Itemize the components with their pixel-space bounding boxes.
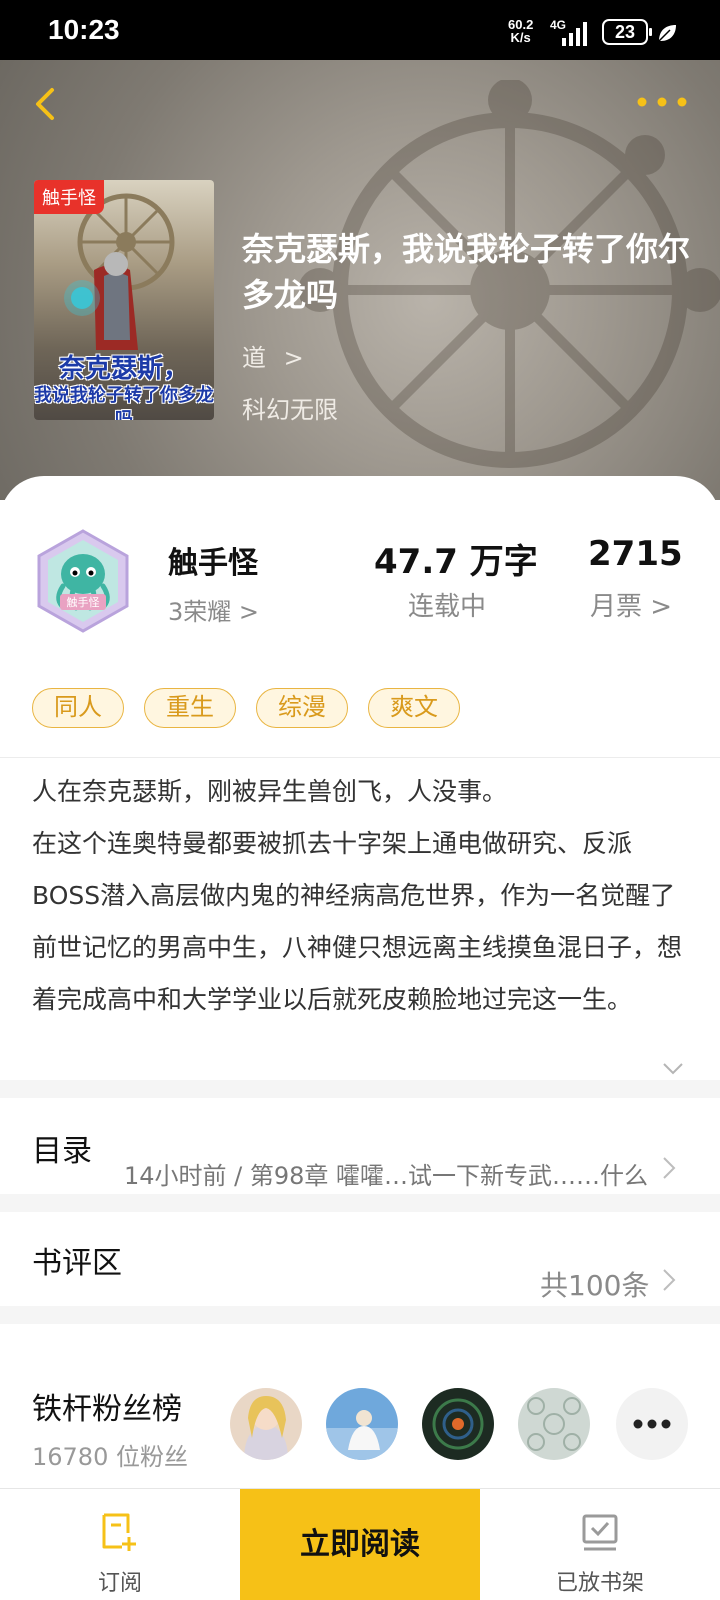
back-icon[interactable] [28, 84, 64, 124]
battery-indicator: 23 [602, 19, 652, 45]
bookshelf-label: 已放书架 [555, 1571, 644, 1596]
monthly-ticket-link[interactable]: 月票 > [590, 586, 672, 623]
read-now-button[interactable]: 立即阅读 [240, 1489, 480, 1600]
fan-avatar[interactable] [326, 1388, 398, 1460]
subscribe-icon [102, 1513, 136, 1551]
reviews-count: 共100条 [540, 1269, 650, 1302]
divider [0, 757, 720, 758]
book-header: 触手怪 奈克瑟斯， 我说我轮子转了你多龙吗 奈克瑟斯，我说我轮子转了你尔多龙吗 … [0, 60, 720, 500]
status-time: 10:23 [48, 14, 120, 45]
fans-label: 铁杆粉丝榜 [32, 1392, 182, 1427]
chevron-down-icon[interactable] [662, 1062, 684, 1076]
intro-text: 在这个连奥特曼都要被抓去十字架上通电做研究、反派BOSS潜入高层做内鬼的神经病高… [32, 829, 683, 1014]
chevron-right-icon [663, 1157, 676, 1179]
fan-avatar[interactable] [230, 1388, 302, 1460]
toc-latest-chapter: 14小时前 / 第98章 嚯嚯…试一下新专武……什么 [124, 1162, 649, 1190]
fans-count: 16780 位粉丝 [32, 1443, 188, 1471]
book-author-name: 道 [242, 344, 266, 372]
tag-item[interactable]: 重生 [144, 688, 236, 728]
fan-avatar[interactable] [518, 1388, 590, 1460]
toc-label: 目录 [32, 1134, 92, 1169]
section-gap [0, 1194, 720, 1212]
author-name[interactable]: 触手怪 [168, 538, 258, 582]
tag-item[interactable]: 爽文 [368, 688, 460, 728]
more-fans-icon[interactable] [616, 1388, 688, 1460]
cover-title: 奈克瑟斯， 我说我轮子转了你多龙吗 [34, 354, 214, 420]
cover-badge: 触手怪 [34, 180, 104, 214]
book-title: 奈克瑟斯，我说我轮子转了你尔多龙吗 [242, 230, 691, 314]
tag-list: 同人 重生 综漫 爽文 [32, 688, 480, 728]
author-avatar-text: 触手怪 [67, 595, 100, 609]
leaf-icon [658, 25, 676, 42]
chevron-right-icon [663, 1269, 676, 1291]
reviews-label: 书评区 [32, 1246, 122, 1281]
more-icon[interactable] [636, 90, 688, 114]
author-honor-link[interactable]: 3荣耀 > [168, 592, 259, 627]
monthly-ticket-count[interactable]: 2715 [588, 534, 683, 574]
network-speed-unit: K/s [510, 30, 531, 45]
serial-status: 连载中 [408, 592, 487, 622]
status-bar: 10:23 60.2 K/s 4G 23 [0, 0, 720, 60]
book-category[interactable]: 科幻无限 [242, 390, 338, 425]
subscribe-label: 订阅 [97, 1571, 142, 1596]
cover-title-line2: 我说我轮子转了你多龙吗 [34, 385, 214, 420]
fan-avatar[interactable] [422, 1388, 494, 1460]
cover-title-line1: 奈克瑟斯， [58, 354, 189, 384]
section-gap [0, 1080, 720, 1098]
book-cover[interactable]: 触手怪 奈克瑟斯， 我说我轮子转了你多龙吗 [34, 180, 214, 420]
subscribe-button[interactable]: 订阅 [0, 1489, 240, 1600]
tag-item[interactable]: 综漫 [256, 688, 348, 728]
signal-icon [562, 22, 587, 46]
tag-item[interactable]: 同人 [32, 688, 124, 728]
word-count: 47.7 万字 [374, 542, 538, 582]
book-intro[interactable]: 人在奈克瑟斯，刚被异生兽创飞，人没事。 在这个连奥特曼都要被抓去十字架上通电做研… [32, 766, 692, 1026]
section-gap [0, 1306, 720, 1324]
intro-first-line: 人在奈克瑟斯，刚被异生兽创飞，人没事。 [32, 777, 508, 806]
book-author-arrow: > [283, 344, 304, 372]
bookshelf-button[interactable]: 已放书架 [480, 1489, 720, 1600]
book-author-link[interactable]: 道 > [242, 338, 304, 373]
bottom-action-bar: 订阅 立即阅读 已放书架 [0, 1488, 720, 1600]
bookshelf-icon [582, 1514, 618, 1551]
network-speed: 60.2 K/s [508, 18, 533, 44]
author-avatar[interactable]: 触手怪 [30, 528, 136, 634]
